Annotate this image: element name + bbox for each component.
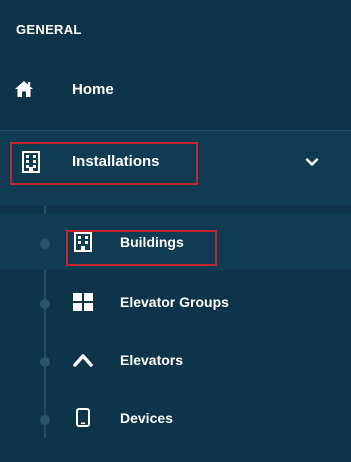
sidebar-subitem-buildings[interactable]: Buildings: [0, 214, 351, 270]
chevron-up-icon: [72, 350, 94, 370]
sidebar-item-installations[interactable]: Installations: [0, 130, 351, 207]
sidebar-item-label: Home: [72, 81, 114, 98]
installations-submenu: Buildings Elevator Groups Elevators Devi…: [0, 206, 351, 462]
tree-dot: [40, 299, 50, 309]
sidebar-subitem-label: Buildings: [120, 234, 184, 250]
tree-dot: [40, 357, 50, 367]
sidebar-subitem-elevator-groups[interactable]: Elevator Groups: [0, 274, 351, 330]
sidebar-subitem-elevators[interactable]: Elevators: [0, 332, 351, 388]
chevron-down-icon[interactable]: [305, 155, 319, 169]
sidebar: GENERAL Home Installations Buildings Ele…: [0, 0, 351, 462]
tree-dot: [40, 415, 50, 425]
sidebar-subitem-label: Elevators: [120, 352, 184, 368]
section-header-general: GENERAL: [16, 22, 82, 37]
home-icon: [14, 80, 34, 98]
building-icon: [22, 151, 40, 173]
tablet-icon: [72, 408, 94, 428]
sidebar-item-label: Installations: [72, 153, 160, 170]
building-icon: [72, 232, 94, 252]
grid-icon: [72, 292, 94, 312]
sidebar-item-home[interactable]: Home: [0, 66, 351, 114]
sidebar-subitem-label: Devices: [120, 410, 173, 426]
sidebar-subitem-devices[interactable]: Devices: [0, 390, 351, 446]
tree-dot: [40, 239, 50, 249]
sidebar-subitem-label: Elevator Groups: [120, 294, 229, 310]
